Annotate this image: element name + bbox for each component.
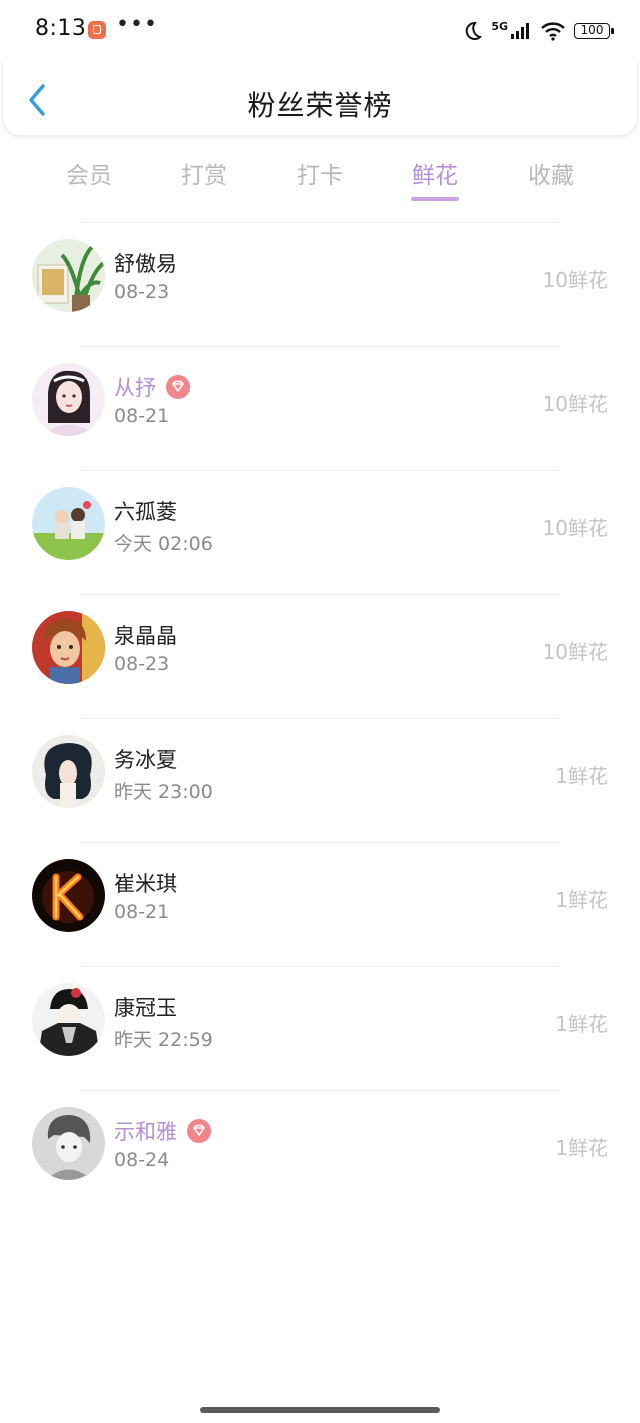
list-item[interactable]: 舒傲易 08-23 10鲜花: [0, 223, 640, 346]
user-date: 08-23: [114, 653, 170, 675]
page-title: 粉丝荣誉榜: [247, 89, 393, 122]
user-name-text: 示和雅: [114, 1120, 177, 1144]
list-item[interactable]: 从抒 08-21 10鲜花: [0, 347, 640, 470]
tab-checkin[interactable]: 打卡: [280, 156, 360, 190]
list-item[interactable]: 崔米琪 08-21 1鲜花: [0, 843, 640, 966]
fan-ranking-list: 舒傲易 08-23 10鲜花 从抒 08-21 10鲜花 六孤菱 今天 02:0…: [0, 222, 640, 1214]
list-item[interactable]: 示和雅 08-24 1鲜花: [0, 1091, 640, 1214]
user-date: 今天 02:06: [114, 533, 213, 555]
status-time: 8:13: [35, 16, 87, 41]
tab-flowers[interactable]: 鲜花: [395, 156, 475, 190]
vip-diamond-icon: [166, 375, 190, 399]
user-name-text: 从抒: [114, 376, 156, 400]
avatar[interactable]: [32, 735, 105, 808]
avatar[interactable]: [32, 859, 105, 932]
more-notifications-icon: •••: [116, 12, 158, 37]
list-item[interactable]: 务冰夏 昨天 23:00 1鲜花: [0, 719, 640, 842]
flower-count: 1鲜花: [555, 888, 608, 912]
flower-count: 10鲜花: [542, 640, 608, 664]
flower-count: 1鲜花: [555, 1012, 608, 1036]
home-indicator[interactable]: [200, 1407, 440, 1413]
flower-count: 10鲜花: [542, 268, 608, 292]
avatar[interactable]: [32, 611, 105, 684]
status-icons: 5G 100: [461, 18, 614, 44]
user-date: 昨天 22:59: [114, 1029, 213, 1051]
avatar[interactable]: [32, 1107, 105, 1180]
list-item[interactable]: 泉晶晶 08-23 10鲜花: [0, 595, 640, 718]
flower-count: 1鲜花: [555, 1136, 608, 1160]
moon-icon: [466, 21, 483, 40]
tab-tips[interactable]: 打赏: [164, 156, 244, 190]
page-header: 粉丝荣誉榜: [2, 62, 638, 136]
user-date: 08-21: [114, 901, 170, 923]
status-bar: 8:13 ••• 5G 100: [0, 0, 640, 62]
user-date: 昨天 23:00: [114, 781, 213, 803]
flower-count: 1鲜花: [555, 764, 608, 788]
tab-bar: 会员 打赏 打卡 鲜花 收藏: [0, 148, 640, 204]
tab-favorites[interactable]: 收藏: [511, 156, 591, 190]
user-name: 从抒: [114, 372, 190, 402]
wifi-icon: [541, 22, 565, 41]
user-name: 康冠玉: [114, 996, 177, 1020]
user-date: 08-21: [114, 405, 170, 427]
vip-diamond-icon: [187, 1119, 211, 1143]
battery-icon: 100: [574, 23, 614, 39]
user-name: 六孤菱: [114, 500, 177, 524]
active-tab-indicator: [411, 197, 459, 201]
tab-members[interactable]: 会员: [49, 156, 129, 190]
list-item[interactable]: 六孤菱 今天 02:06 10鲜花: [0, 471, 640, 594]
app-notification-icon: [88, 21, 106, 39]
network-type-label: 5G: [491, 19, 508, 33]
flower-count: 10鲜花: [542, 392, 608, 416]
avatar[interactable]: [32, 239, 105, 312]
user-date: 08-23: [114, 281, 170, 303]
user-name: 示和雅: [114, 1116, 211, 1146]
user-name: 崔米琪: [114, 872, 177, 896]
user-date: 08-24: [114, 1149, 170, 1171]
user-name: 泉晶晶: [114, 624, 177, 648]
signal-icon: [511, 23, 529, 39]
avatar[interactable]: [32, 983, 105, 1056]
avatar[interactable]: [32, 363, 105, 436]
user-name: 务冰夏: [114, 748, 177, 772]
avatar[interactable]: [32, 487, 105, 560]
flower-count: 10鲜花: [542, 516, 608, 540]
list-item[interactable]: 康冠玉 昨天 22:59 1鲜花: [0, 967, 640, 1090]
user-name: 舒傲易: [114, 252, 177, 276]
